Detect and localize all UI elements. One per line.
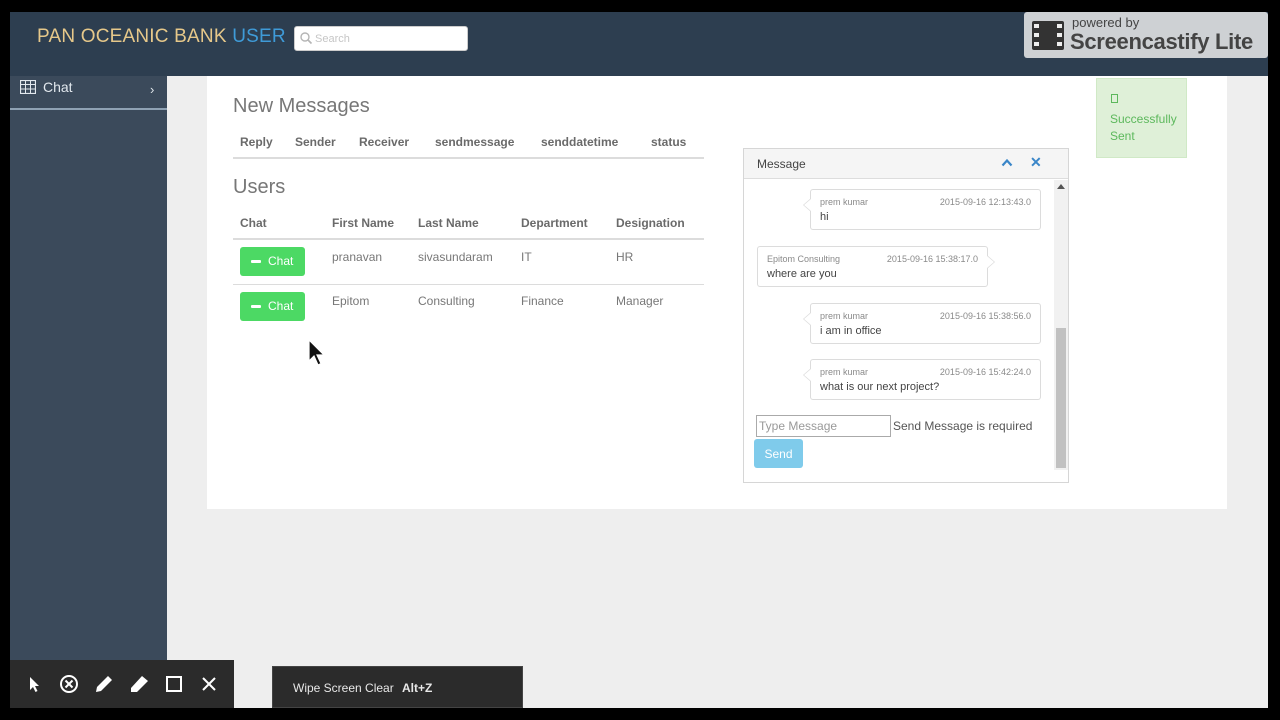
highlighter-icon[interactable] (128, 673, 150, 695)
search-box[interactable] (294, 26, 468, 51)
message-text: where are you (767, 268, 837, 280)
success-toast: Successfully Sent (1096, 78, 1187, 158)
last-name-cell: Consulting (418, 294, 475, 308)
watermark-brand: Screencastify Lite (1070, 29, 1253, 54)
validation-message: Send Message is required (893, 419, 1033, 433)
message-sender: prem kumar (820, 367, 869, 377)
col-header-senddatetime: senddatetime (541, 135, 619, 149)
col-header-first-name: First Name (332, 216, 395, 230)
close-icon[interactable]: ✕ (1030, 154, 1042, 171)
col-header-chat: Chat (240, 216, 267, 230)
toast-message: Successfully Sent (1110, 112, 1177, 143)
app-screen: PAN OCEANIC BANK USER powered by Screenc… (10, 12, 1268, 708)
message-input[interactable] (756, 415, 891, 437)
brand-logo[interactable]: PAN OCEANIC BANK USER (37, 26, 286, 48)
chevron-up-icon[interactable] (1001, 157, 1013, 169)
top-navbar: PAN OCEANIC BANK USER powered by Screenc… (10, 12, 1268, 76)
col-header-sender: Sender (295, 135, 336, 149)
annotation-toolbar (10, 660, 234, 708)
chat-button[interactable]: Chat (240, 292, 305, 321)
scrollbar-thumb[interactable] (1056, 328, 1066, 468)
chat-message: prem kumar 2015-09-16 15:42:24.0 what is… (803, 359, 1041, 400)
chat-button-label: Chat (268, 299, 294, 313)
screencastify-watermark: powered by Screencastify Lite (1024, 12, 1268, 58)
table-grid-icon (20, 80, 36, 94)
notification-icon (1111, 94, 1118, 103)
eraser-circle-icon[interactable] (58, 673, 80, 695)
message-sender: prem kumar (820, 197, 869, 207)
wipe-shortcut: Alt+Z (402, 681, 433, 695)
col-header-sendmessage: sendmessage (435, 135, 515, 149)
designation-cell: HR (616, 250, 634, 264)
message-text: hi (820, 211, 829, 223)
col-header-status: status (651, 135, 687, 149)
message-text: i am in office (820, 325, 882, 337)
chat-message: prem kumar 2015-09-16 15:38:56.0 i am in… (803, 303, 1041, 344)
first-name-cell: Epitom (332, 294, 370, 308)
sidebar-item-label: Chat (43, 79, 73, 95)
message-timestamp: 2015-09-16 15:38:17.0 (886, 254, 978, 264)
chat-message: prem kumar 2015-09-16 12:13:43.0 hi (803, 189, 1041, 230)
message-scrollbar[interactable] (1054, 180, 1068, 470)
message-sender: prem kumar (820, 311, 869, 321)
message-timestamp: 2015-09-16 15:42:24.0 (939, 367, 1031, 377)
col-header-reply: Reply (240, 135, 273, 149)
message-timestamp: 2015-09-16 15:38:56.0 (939, 311, 1031, 321)
chevron-right-icon: › (150, 82, 155, 97)
brand-name: PAN OCEANIC BANK (37, 26, 227, 47)
col-header-last-name: Last Name (418, 216, 479, 230)
pointer-icon[interactable] (23, 673, 45, 695)
department-cell: Finance (521, 294, 564, 308)
message-panel: Message ✕ prem kumar 2015-09-16 12:13:43… (743, 148, 1069, 483)
col-header-designation: Designation (616, 216, 685, 230)
minus-icon (251, 305, 261, 308)
message-panel-title: Message (757, 157, 806, 171)
film-strip-icon (1032, 21, 1064, 50)
table-divider (233, 157, 704, 159)
rectangle-icon[interactable] (163, 673, 185, 695)
message-sender: Epitom Consulting (767, 254, 841, 264)
message-panel-header: Message ✕ (744, 149, 1068, 179)
mouse-cursor-icon (308, 339, 326, 366)
sidebar: Chat › (10, 76, 167, 708)
table-divider (233, 238, 704, 240)
chat-button[interactable]: Chat (240, 247, 305, 276)
brand-role: USER (232, 26, 286, 47)
last-name-cell: sivasundaram (418, 250, 493, 264)
chat-button-label: Chat (268, 254, 294, 268)
new-messages-title: New Messages (233, 95, 370, 117)
wipe-label: Wipe Screen Clear (293, 681, 394, 695)
wipe-screen-tooltip: Wipe Screen Clear Alt+Z (272, 666, 523, 708)
minus-icon (251, 260, 261, 263)
first-name-cell: pranavan (332, 250, 383, 264)
message-text: what is our next project? (820, 381, 940, 393)
designation-cell: Manager (616, 294, 664, 308)
chat-message: Epitom Consulting 2015-09-16 15:38:17.0 … (757, 246, 995, 287)
close-icon[interactable] (198, 673, 220, 695)
pen-icon[interactable] (93, 673, 115, 695)
users-title: Users (233, 176, 286, 198)
scroll-up-arrow-icon[interactable] (1057, 184, 1065, 189)
main-content: New Messages Reply Sender Receiver sendm… (207, 76, 1227, 509)
col-header-receiver: Receiver (359, 135, 410, 149)
sidebar-item-chat[interactable]: Chat › (10, 76, 167, 110)
send-button[interactable]: Send (754, 439, 803, 468)
watermark-powered-by: powered by (1072, 15, 1140, 30)
message-timestamp: 2015-09-16 12:13:43.0 (939, 197, 1031, 207)
row-divider (233, 284, 704, 285)
department-cell: IT (521, 250, 532, 264)
col-header-department: Department (521, 216, 588, 230)
search-input[interactable] (315, 30, 463, 48)
search-icon (300, 32, 313, 45)
